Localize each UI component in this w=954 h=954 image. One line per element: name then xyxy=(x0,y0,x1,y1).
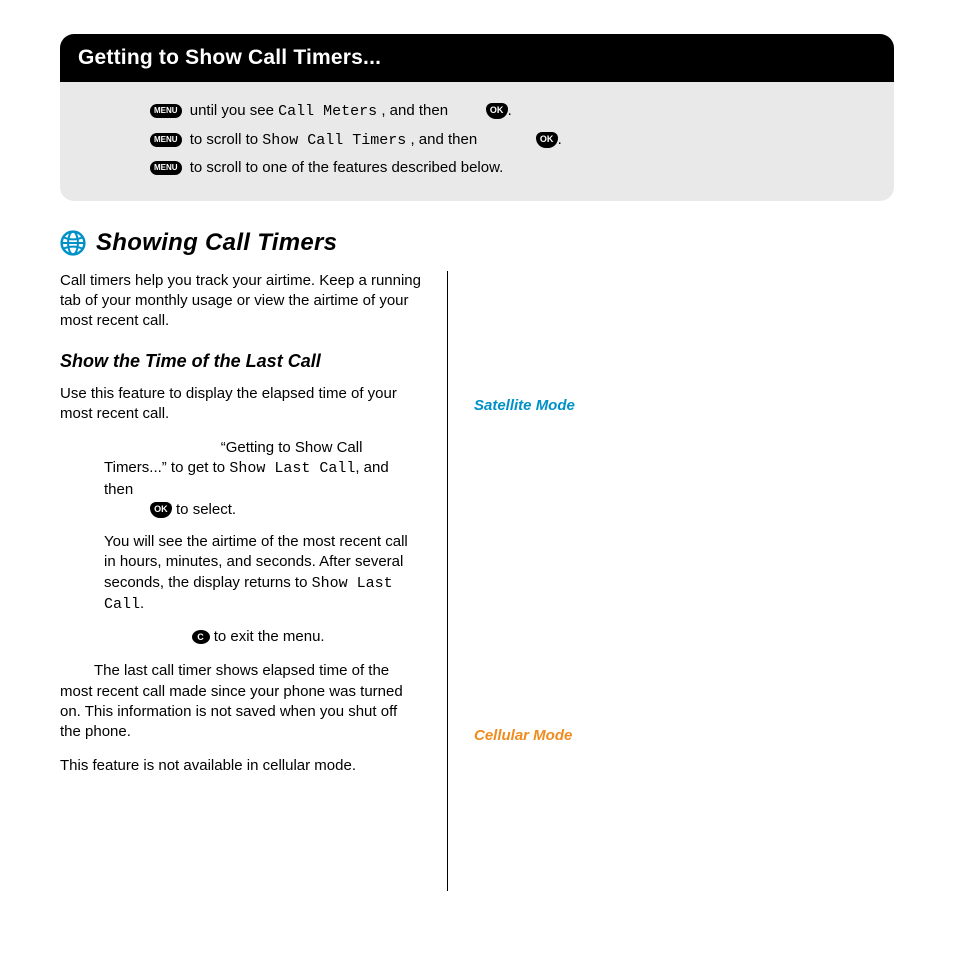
ok-icon: OK xyxy=(150,502,172,518)
ok-icon: OK xyxy=(536,132,558,148)
subheading-last-call: Show the Time of the Last Call xyxy=(60,349,421,373)
step-1-text-b: , and then xyxy=(381,102,452,119)
na-text: This feature is not available in cellula… xyxy=(60,756,421,776)
ok-icon: OK xyxy=(486,103,508,119)
intro-text: Call timers help you track your airtime.… xyxy=(60,271,421,332)
right-column: Satellite Mode Cellular Mode xyxy=(447,271,894,891)
step-1-text-a: until you see xyxy=(190,102,278,119)
header-bar: Getting to Show Call Timers... xyxy=(60,34,894,82)
step-1-mono: Call Meters xyxy=(278,103,377,120)
proc-result: You will see the airtime of the most rec… xyxy=(104,532,421,615)
step-2-text-b: , and then xyxy=(410,131,481,148)
note-text: The last call timer shows elapsed time o… xyxy=(60,661,421,742)
cellular-mode-label: Cellular Mode xyxy=(474,727,572,744)
step-2-text-a: to scroll to xyxy=(190,131,263,148)
exit-text: to exit the menu. xyxy=(214,628,325,645)
globe-icon xyxy=(60,230,86,256)
p-use-feature: Use this feature to display the elapsed … xyxy=(60,384,421,425)
step-3: MENU to scroll to one of the features de… xyxy=(150,155,876,181)
step-3-text: to scroll to one of the features describ… xyxy=(190,159,504,176)
res-b: . xyxy=(140,595,144,612)
step-1: MENU until you see Call Meters , and the… xyxy=(150,98,876,125)
c-icon: C xyxy=(192,630,210,644)
procedure-block: “Getting to Show Call Timers...” to get … xyxy=(104,438,421,647)
satellite-mode-label: Satellite Mode xyxy=(474,397,575,414)
step-2: MENU to scroll to Show Call Timers , and… xyxy=(150,127,876,154)
proc-1m: Show Last Call xyxy=(229,460,355,477)
section-heading: Showing Call Timers xyxy=(60,229,894,257)
menu-icon: MENU xyxy=(150,133,182,147)
proc-step-1: “Getting to Show Call Timers...” to get … xyxy=(104,438,421,520)
header-title: Getting to Show Call Timers... xyxy=(78,46,381,69)
left-column: Call timers help you track your airtime.… xyxy=(60,271,421,891)
proc-exit: C to exit the menu. xyxy=(104,627,421,647)
section-title: Showing Call Timers xyxy=(96,229,337,257)
menu-icon: MENU xyxy=(150,104,182,118)
steps-box: MENU until you see Call Meters , and the… xyxy=(60,82,894,201)
proc-1c: to select. xyxy=(176,501,236,518)
menu-icon: MENU xyxy=(150,161,182,175)
step-2-mono: Show Call Timers xyxy=(262,132,406,149)
